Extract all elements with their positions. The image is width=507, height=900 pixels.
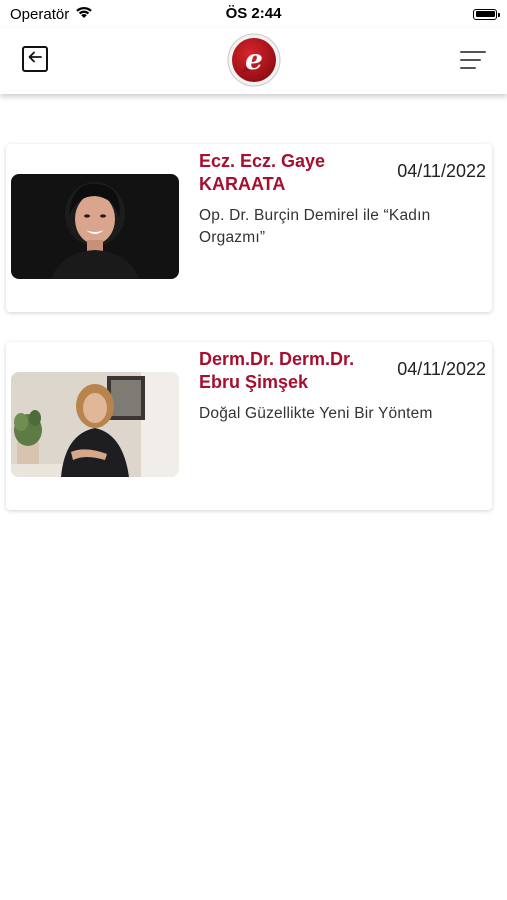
article-card[interactable]: Derm.Dr. Derm.Dr. Ebru Şimşek 04/11/2022…: [6, 342, 492, 510]
back-button[interactable]: [22, 46, 48, 72]
article-date: 04/11/2022: [397, 359, 486, 379]
menu-button[interactable]: [460, 50, 486, 70]
status-left: Operatör: [0, 5, 93, 23]
carrier-label: Operatör: [10, 5, 70, 23]
article-author: Derm.Dr. Derm.Dr. Ebru Şimşek: [199, 349, 355, 392]
article-card[interactable]: Ecz. Ecz. Gaye KARAATA 04/11/2022 Op. Dr…: [6, 144, 492, 312]
battery-icon: [473, 8, 500, 20]
article-date: 04/11/2022: [397, 161, 486, 181]
wifi-icon: [75, 5, 93, 23]
article-author: Ecz. Ecz. Gaye KARAATA: [199, 151, 326, 194]
status-right: [473, 8, 507, 20]
status-time: ÖS 2:44: [225, 5, 282, 22]
svg-text:e: e: [245, 43, 263, 76]
menu-lines-icon: [460, 51, 486, 74]
app-header: e: [0, 28, 507, 94]
article-title: Doğal Güzellikte Yeni Bir Yöntem: [199, 405, 433, 422]
status-bar: Operatör ÖS 2:44: [0, 0, 507, 28]
article-thumbnail: [11, 174, 179, 279]
back-arrow-icon: [27, 50, 43, 69]
app-logo[interactable]: e: [226, 32, 282, 88]
article-thumbnail: [11, 372, 179, 477]
article-title: Op. Dr. Burçin Demirel ile “Kadın Orgazm…: [199, 207, 431, 246]
